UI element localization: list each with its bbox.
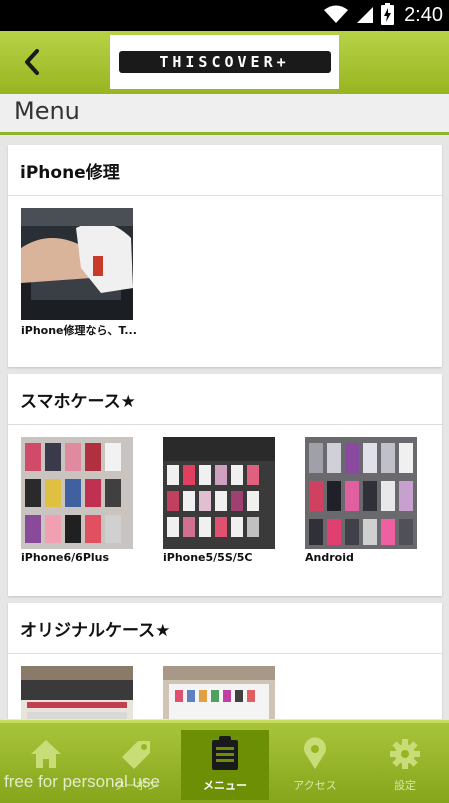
page-title-bar: Menu [0,94,449,135]
menu-item-iphone6[interactable]: iPhone6/6Plus [21,437,133,564]
brand-logo: THISCOVER+ [110,35,339,89]
clock: 2:40 [404,4,443,26]
nav-label: 設定 [394,779,416,792]
nav-label: アクセス [293,779,337,792]
page-title: Menu [14,97,80,125]
case-photo [163,666,275,719]
clipboard-icon [212,736,238,770]
battery-charging-icon [381,2,395,29]
wifi-icon [323,4,349,28]
section-title: iPhone修理 [8,145,442,196]
menu-content[interactable]: iPhone修理 iPhone修理なら、T... スマホケース★ iPhone6… [0,135,449,719]
home-icon [31,740,61,768]
case-photo [163,437,275,549]
menu-item-android[interactable]: Android [305,437,417,564]
app-header: THISCOVER+ [0,31,449,94]
back-button[interactable] [10,39,54,85]
gear-icon [390,739,420,769]
case-photo [21,666,133,719]
tag-icon [122,741,150,769]
item-label: Android [305,551,354,564]
section-title: スマホケース★ [8,374,442,425]
case-photo [21,437,133,549]
section-title: オリジナルケース★ [8,603,442,654]
repair-photo [21,208,133,320]
cell-signal-icon [355,4,375,28]
menu-item-iphone-repair[interactable]: iPhone修理なら、T... [21,208,137,338]
item-label: iPhone5/5S/5C [163,551,253,564]
section-original-cases: オリジナルケース★ [8,603,442,719]
nav-menu[interactable]: メニュー [181,730,269,800]
nav-label: メニュー [203,779,247,792]
section-iphone-repair: iPhone修理 iPhone修理なら、T... [8,145,442,367]
nav-access[interactable]: アクセス [271,729,359,799]
item-label: iPhone6/6Plus [21,551,110,564]
nav-settings[interactable]: 設定 [361,729,449,799]
menu-item-iphone5[interactable]: iPhone5/5S/5C [163,437,275,564]
chevron-left-icon [25,49,39,75]
map-pin-icon [304,737,326,769]
watermark-text: free for personal use [4,772,160,791]
case-photo [305,437,417,549]
section-smartphone-cases: スマホケース★ iPhone6/6Plus iPhone5/5S/5C Andr… [8,374,442,596]
logo-text: THISCOVER+ [159,53,290,71]
menu-item-original-case-2[interactable] [163,666,275,719]
menu-item-original-case-1[interactable] [21,666,133,719]
item-label: iPhone修理なら、T... [21,324,137,337]
status-bar: 2:40 [0,0,449,31]
